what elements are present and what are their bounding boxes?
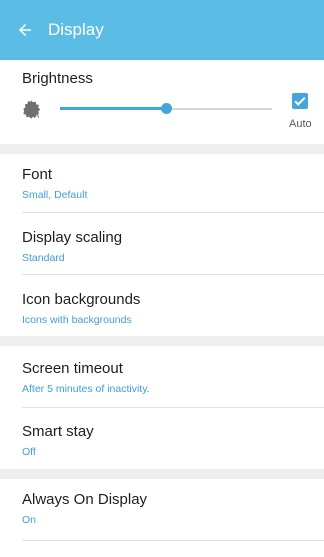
- setting-subtitle: Small, Default: [22, 189, 88, 201]
- setting-title: Display scaling: [22, 229, 123, 246]
- section-divider: [0, 336, 324, 346]
- setting-title: Font: [22, 166, 53, 183]
- setting-title: Icon backgrounds: [22, 291, 141, 308]
- page-title: Display: [48, 20, 104, 39]
- slider-fill: [60, 107, 166, 110]
- setting-subtitle: On: [22, 514, 37, 526]
- setting-row-partial[interactable]: [0, 541, 324, 557]
- setting-title: Always On Display: [22, 491, 148, 508]
- setting-row-always-on-display[interactable]: Always On Display On: [0, 479, 324, 540]
- section-divider: [0, 469, 324, 479]
- svg-text:A: A: [34, 111, 40, 120]
- setting-subtitle: Off: [22, 446, 36, 458]
- setting-title: Screen timeout: [22, 360, 123, 377]
- brightness-slider[interactable]: [60, 100, 272, 118]
- section-divider: [0, 144, 324, 154]
- arrow-left-icon: [19, 24, 31, 36]
- setting-subtitle: Icons with backgrounds: [22, 314, 132, 326]
- auto-label: Auto: [289, 118, 312, 130]
- setting-row-display-scaling[interactable]: Display scaling Standard: [0, 213, 324, 274]
- setting-row-screen-timeout[interactable]: Screen timeout After 5 minutes of inacti…: [0, 346, 324, 407]
- brightness-title: Brightness: [22, 70, 93, 87]
- slider-thumb[interactable]: [161, 103, 172, 114]
- app-bar: Display: [0, 0, 324, 60]
- setting-subtitle: After 5 minutes of inactivity.: [22, 383, 150, 395]
- setting-row-icon-backgrounds[interactable]: Icon backgrounds Icons with backgrounds: [0, 275, 324, 336]
- auto-brightness-icon: A: [23, 100, 41, 120]
- brightness-panel: Brightness A Auto: [0, 60, 324, 144]
- setting-title: Smart stay: [22, 423, 94, 440]
- setting-subtitle: Standard: [22, 252, 65, 264]
- auto-brightness-checkbox[interactable]: [292, 93, 308, 109]
- back-button[interactable]: [14, 19, 36, 41]
- checkmark-icon: [294, 96, 306, 106]
- setting-row-smart-stay[interactable]: Smart stay Off: [0, 408, 324, 469]
- setting-row-font[interactable]: Font Small, Default: [0, 154, 324, 212]
